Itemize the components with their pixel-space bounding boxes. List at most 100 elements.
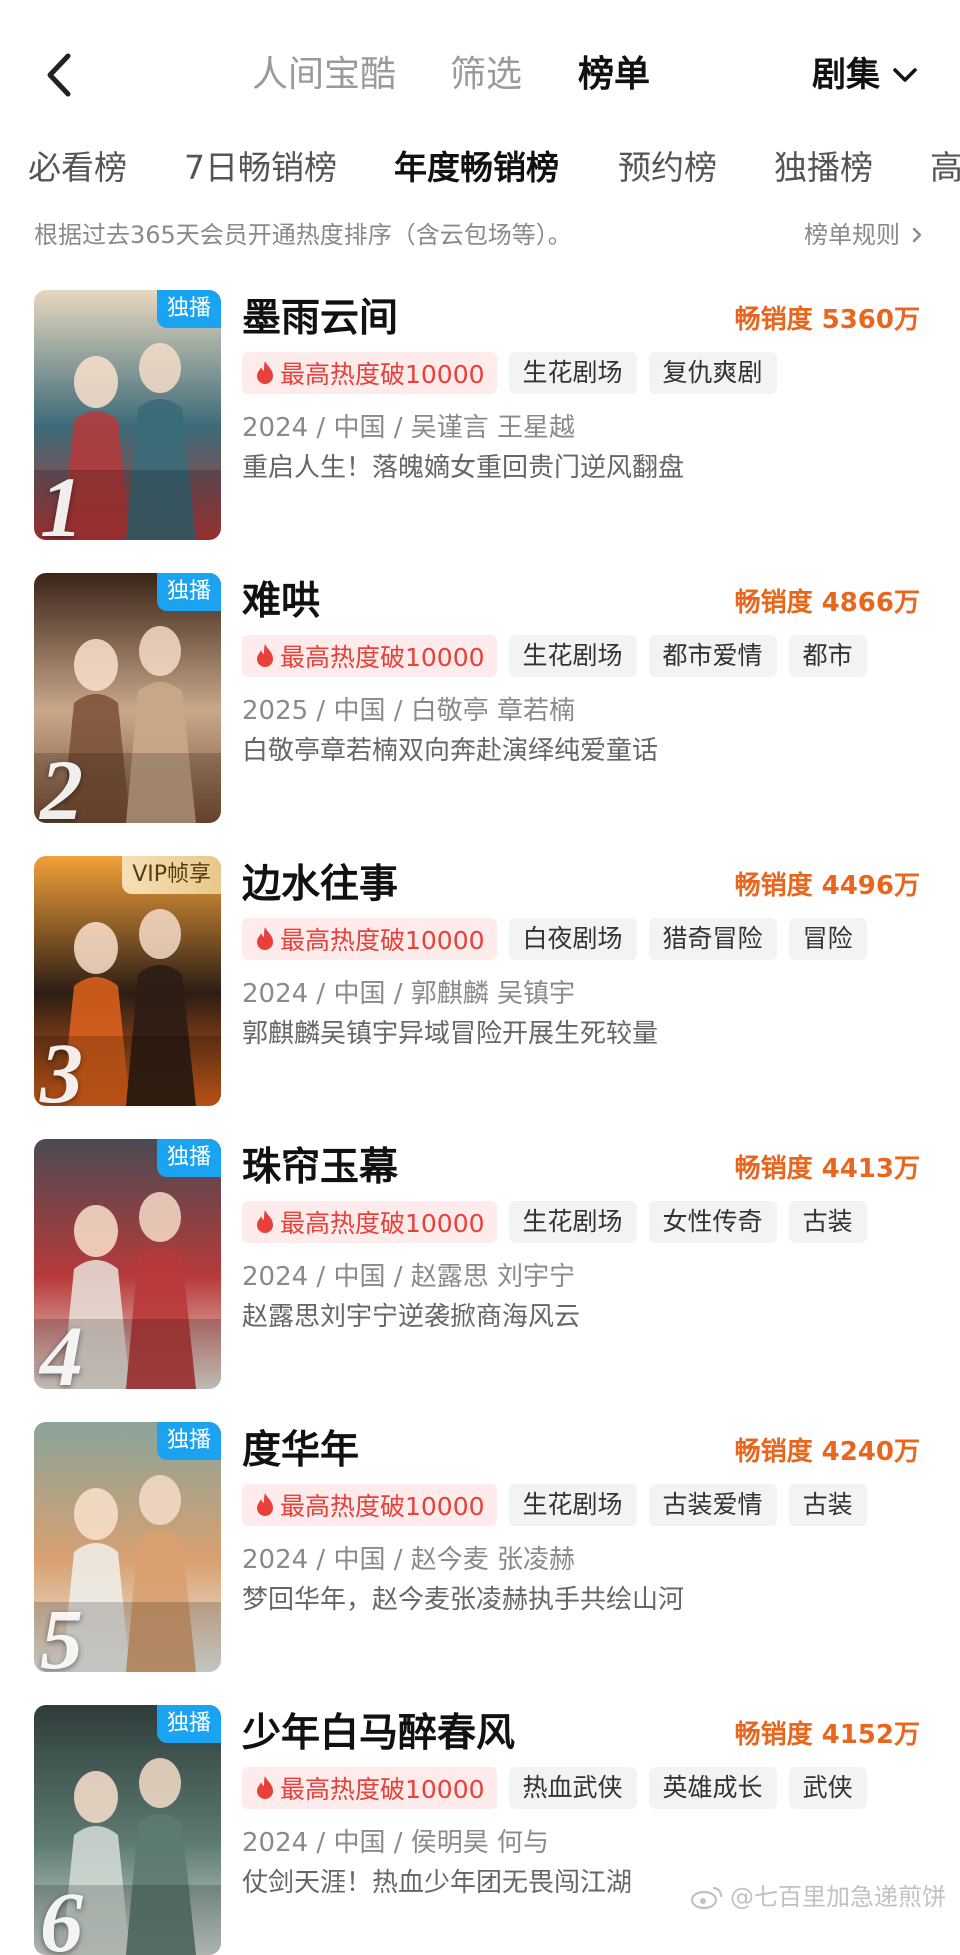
genre-tag[interactable]: 古装 [788, 1201, 867, 1243]
genre-tag[interactable]: 冒险 [788, 918, 867, 960]
show-blurb: 郭麒麟吴镇宇异域冒险开展生死较量 [242, 1019, 659, 1049]
category-dropdown-label: 剧集 [812, 55, 880, 95]
tag-row: 最高热度破10000 生花剧场 女性传奇 古装 [242, 1201, 867, 1243]
ranking-description-row: 根据过去365天会员开通热度排序（含云包场等）。 榜单规则 [34, 215, 926, 255]
show-meta: 2024 / 中国 / 赵露思 刘宇宁 [242, 1262, 576, 1292]
list-item[interactable]: 独播 5 度华年 畅销度 4240万 最高热度破10000 生花剧场 古装爱情 古装… [0, 1422, 960, 1672]
show-title[interactable]: 墨雨云间 [242, 294, 398, 344]
tag-row: 最高热度破10000 生花剧场 都市爱情 都市 [242, 635, 867, 677]
list-item[interactable]: 独播 2 难哄 畅销度 4866万 最高热度破10000 生花剧场 都市爱情 都市 … [0, 573, 960, 823]
heat-badge: 最高热度破10000 [242, 1484, 497, 1526]
genre-tag[interactable]: 生花剧场 [508, 635, 637, 677]
tag-row: 最高热度破10000 白夜剧场 猎奇冒险 冒险 [242, 918, 867, 960]
sales-score: 畅销度 5360万 [734, 305, 920, 335]
heat-badge: 最高热度破10000 [242, 352, 497, 394]
rank-tab-reservation[interactable]: 预约榜 [618, 138, 717, 198]
show-title[interactable]: 难哄 [242, 577, 320, 627]
show-meta: 2024 / 中国 / 吴谨言 王星越 [242, 413, 576, 443]
genre-tag[interactable]: 都市爱情 [648, 635, 777, 677]
genre-tag[interactable]: 古装爱情 [648, 1484, 777, 1526]
fire-icon [257, 1493, 273, 1516]
rank-number: 5 [40, 1591, 83, 1672]
fire-icon [257, 927, 273, 950]
fire-icon [257, 361, 273, 384]
rank-tab-annual-bestseller[interactable]: 年度畅销榜 [394, 138, 559, 198]
show-blurb: 白敬亭章若楠双向奔赴演绎纯爱童话 [242, 736, 659, 766]
genre-tag[interactable]: 白夜剧场 [508, 918, 637, 960]
genre-tag[interactable]: 热血武侠 [508, 1767, 637, 1809]
rank-tab-more[interactable]: 高 [930, 138, 960, 198]
show-blurb: 赵露思刘宇宁逆袭掀商海风云 [242, 1302, 581, 1332]
weibo-logo-icon [690, 1886, 723, 1910]
exclusive-badge: 独播 [156, 1705, 221, 1743]
poster-image[interactable]: 独播 6 [34, 1705, 221, 1955]
rank-number: 1 [40, 459, 83, 540]
rank-tab-7day-bestseller[interactable]: 7日畅销榜 [184, 138, 337, 198]
tab-ranking[interactable]: 榜单 [578, 50, 650, 100]
genre-tag[interactable]: 古装 [788, 1484, 867, 1526]
poster-image[interactable]: 独播 5 [34, 1422, 221, 1672]
rank-number: 4 [40, 1308, 83, 1389]
back-arrow-icon [47, 53, 71, 97]
genre-tag[interactable]: 女性传奇 [648, 1201, 777, 1243]
show-blurb: 仗剑天涯！热血少年团无畏闯江湖 [242, 1868, 633, 1898]
tag-row: 最高热度破10000 生花剧场 古装爱情 古装 [242, 1484, 867, 1526]
tab-renjian-baoku[interactable]: 人间宝酷 [252, 50, 396, 100]
genre-tag[interactable]: 生花剧场 [508, 352, 637, 394]
exclusive-badge: 独播 [156, 1139, 221, 1177]
show-title[interactable]: 少年白马醉春风 [242, 1709, 515, 1759]
show-title[interactable]: 珠帘玉幕 [242, 1143, 398, 1193]
genre-tag[interactable]: 复仇爽剧 [648, 352, 777, 394]
show-meta: 2024 / 中国 / 侯明昊 何与 [242, 1828, 550, 1858]
show-meta: 2024 / 中国 / 郭麒麟 吴镇宇 [242, 979, 576, 1009]
tab-filter[interactable]: 筛选 [450, 50, 522, 100]
tag-row: 最高热度破10000 生花剧场 复仇爽剧 [242, 352, 777, 394]
list-item[interactable]: 独播 6 少年白马醉春风 畅销度 4152万 最高热度破10000 热血武侠 英雄… [0, 1705, 960, 1955]
rank-number: 3 [40, 1025, 83, 1106]
watermark: @七百里加急递煎饼 [690, 1879, 946, 1915]
exclusive-badge: 独播 [156, 573, 221, 611]
poster-image[interactable]: 独播 4 [34, 1139, 221, 1389]
poster-image[interactable]: VIP帧享 3 [34, 856, 221, 1106]
list-item[interactable]: 独播 1 墨雨云间 畅销度 5360万 最高热度破10000 生花剧场 复仇爽剧 … [0, 290, 960, 540]
rank-number: 2 [40, 742, 83, 823]
heat-badge: 最高热度破10000 [242, 635, 497, 677]
heat-text: 最高热度破10000 [280, 643, 485, 672]
heat-text: 最高热度破10000 [280, 1209, 485, 1238]
heat-badge: 最高热度破10000 [242, 918, 497, 960]
poster-image[interactable]: 独播 1 [34, 290, 221, 540]
show-meta: 2025 / 中国 / 白敬亭 章若楠 [242, 696, 576, 726]
rank-tab-must-watch[interactable]: 必看榜 [28, 138, 127, 198]
show-title[interactable]: 边水往事 [242, 860, 398, 910]
heat-text: 最高热度破10000 [280, 1492, 485, 1521]
list-item[interactable]: VIP帧享 3 边水往事 畅销度 4496万 最高热度破10000 白夜剧场 猎奇… [0, 856, 960, 1106]
genre-tag[interactable]: 都市 [788, 635, 867, 677]
show-blurb: 梦回华年，赵今麦张凌赫执手共绘山河 [242, 1585, 685, 1615]
genre-tag[interactable]: 猎奇冒险 [648, 918, 777, 960]
rank-number: 6 [40, 1874, 83, 1955]
ranking-rules-label: 榜单规则 [804, 221, 900, 249]
top-navigation-bar: 人间宝酷 筛选 榜单 剧集 [0, 0, 960, 150]
list-item[interactable]: 独播 4 珠帘玉幕 畅销度 4413万 最高热度破10000 生花剧场 女性传奇古… [0, 1139, 960, 1389]
fire-icon [257, 1210, 273, 1233]
heat-badge: 最高热度破10000 [242, 1767, 497, 1809]
heat-badge: 最高热度破10000 [242, 1201, 497, 1243]
poster-image[interactable]: 独播 2 [34, 573, 221, 823]
chevron-right-icon [912, 227, 922, 243]
show-title[interactable]: 度华年 [242, 1426, 359, 1476]
back-button[interactable] [40, 50, 80, 100]
fire-icon [257, 1776, 273, 1799]
genre-tag[interactable]: 生花剧场 [508, 1484, 637, 1526]
genre-tag[interactable]: 英雄成长 [648, 1767, 777, 1809]
sales-score: 畅销度 4152万 [734, 1720, 920, 1750]
genre-tag[interactable]: 武侠 [788, 1767, 867, 1809]
rank-tab-exclusive[interactable]: 独播榜 [774, 138, 873, 198]
category-dropdown[interactable]: 剧集 [812, 50, 920, 100]
ranking-rules-link[interactable]: 榜单规则 [804, 215, 926, 255]
ranking-category-tabs: 必看榜 7日畅销榜 年度畅销榜 预约榜 独播榜 高 [0, 138, 960, 198]
heat-text: 最高热度破10000 [280, 926, 485, 955]
genre-tag[interactable]: 生花剧场 [508, 1201, 637, 1243]
sales-score: 畅销度 4413万 [734, 1154, 920, 1184]
tag-row: 最高热度破10000 热血武侠 英雄成长 武侠 [242, 1767, 867, 1809]
show-meta: 2024 / 中国 / 赵今麦 张凌赫 [242, 1545, 576, 1575]
